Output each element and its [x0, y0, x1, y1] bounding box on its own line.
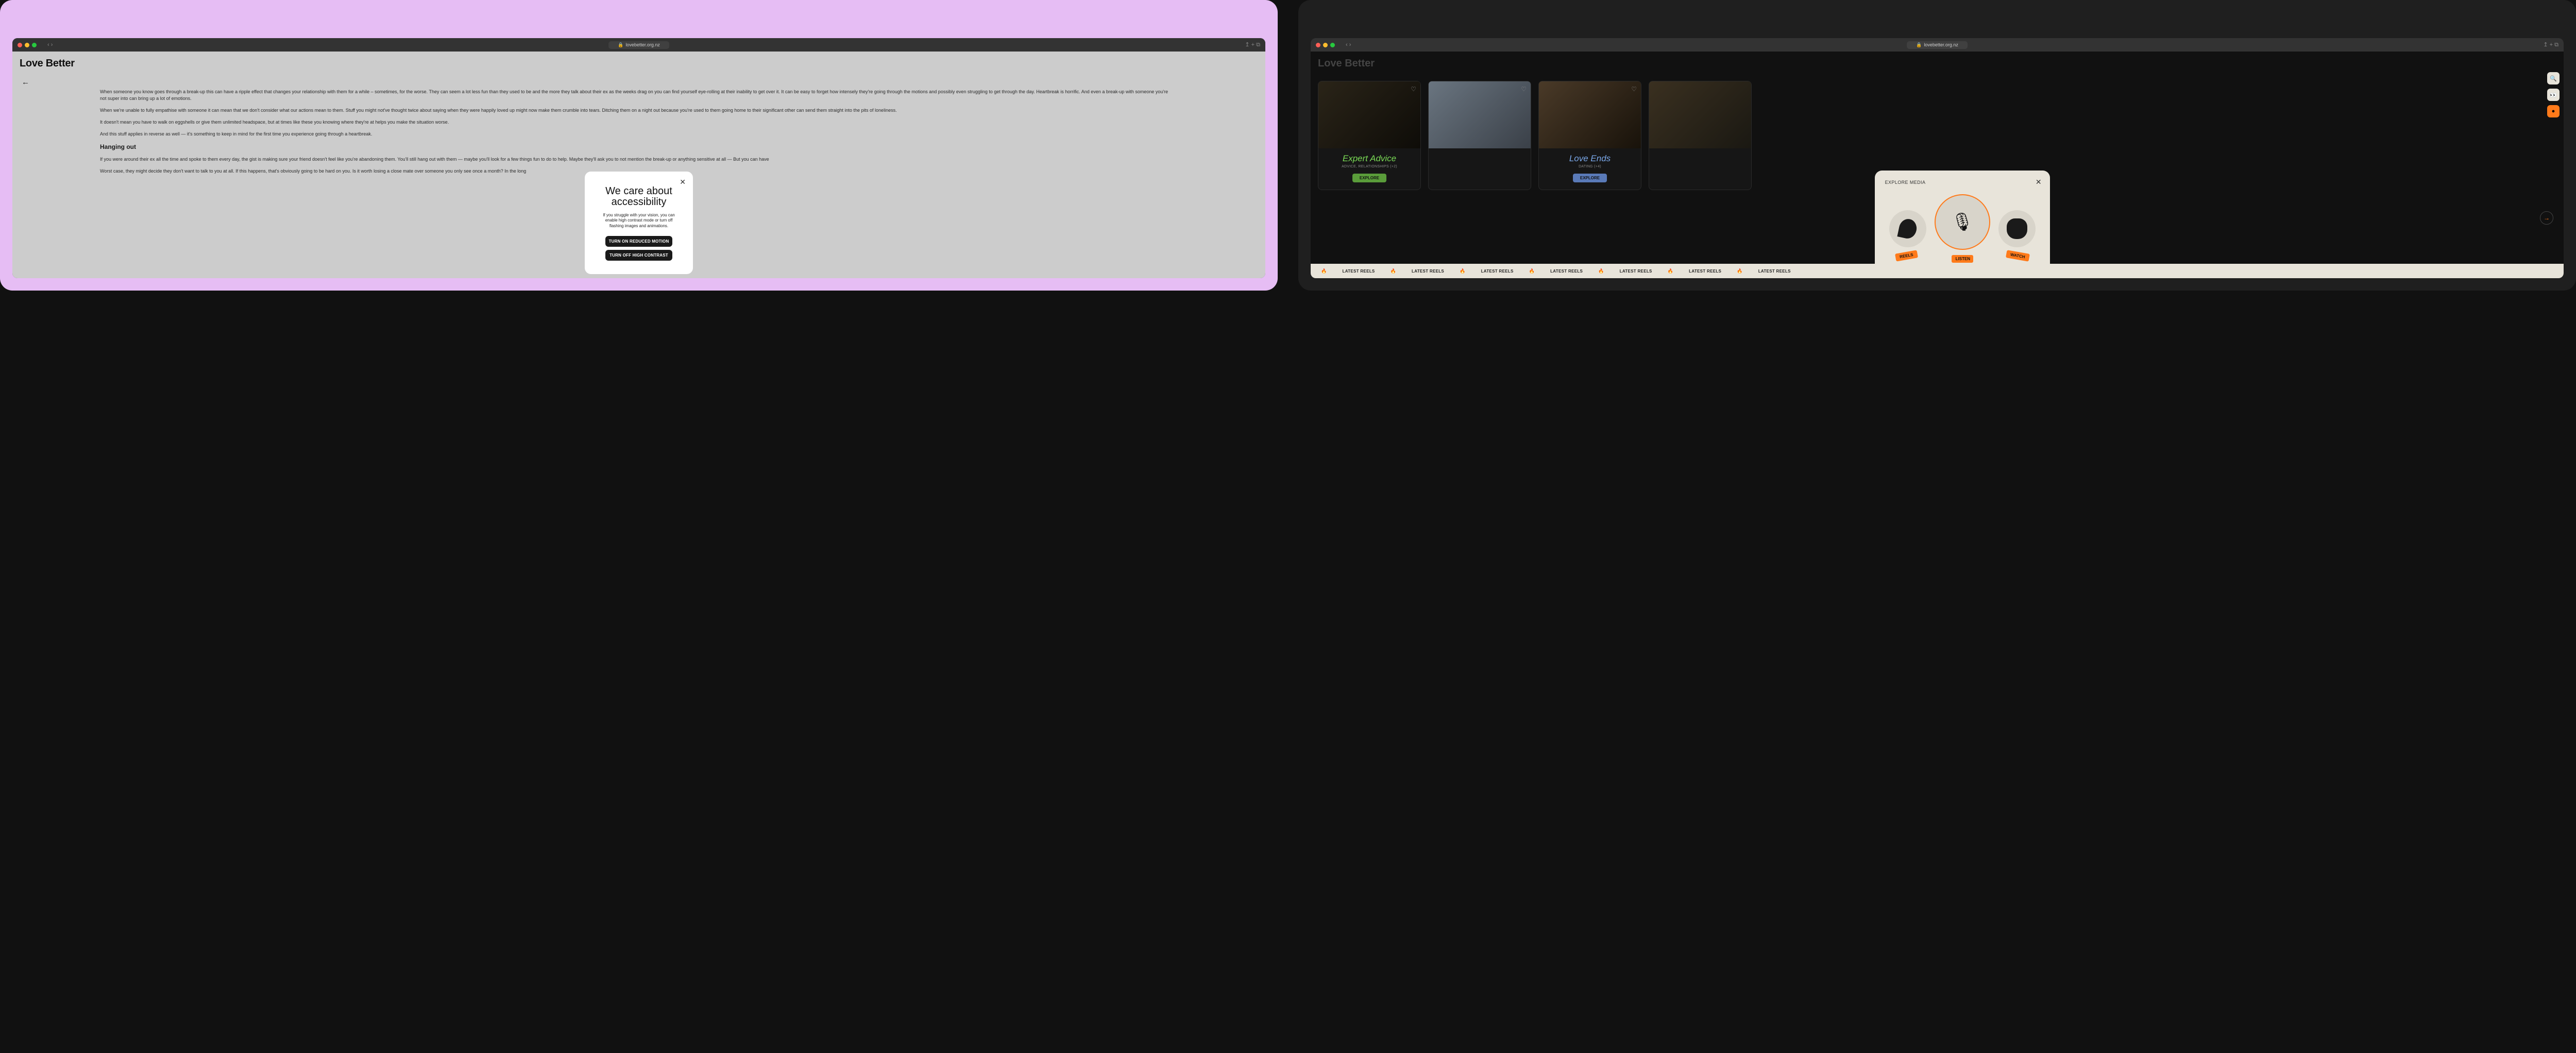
card-tags: ADVICE, RELATIONSHIPS (+2) — [1318, 165, 1420, 168]
card-tags: DATING (+4) — [1539, 165, 1641, 168]
flame-icon: 🔥 — [1321, 268, 1327, 274]
modal-title: EXPLORE MEDIA — [1885, 180, 2040, 185]
listen-option[interactable]: 🎙 — [1935, 194, 1990, 250]
blob-shape-icon — [2007, 218, 2027, 239]
minimize-icon[interactable] — [25, 43, 29, 47]
traffic-lights[interactable] — [1316, 43, 1335, 47]
heart-icon[interactable]: ♡ — [1521, 86, 1527, 93]
traffic-lights[interactable] — [18, 43, 37, 47]
flame-icon: 🔥 — [1737, 268, 1743, 274]
flame-icon: 🔥 — [1529, 268, 1535, 274]
reels-tag: REELS — [1895, 250, 1918, 261]
minimize-icon[interactable] — [1323, 43, 1328, 47]
maximize-icon[interactable] — [1330, 43, 1335, 47]
close-icon[interactable] — [18, 43, 22, 47]
high-contrast-button[interactable]: TURN OFF HIGH CONTRAST — [605, 250, 672, 261]
watch-tag: WATCH — [2006, 250, 2030, 262]
card-image: ♡ — [1539, 81, 1641, 148]
next-arrow-icon[interactable]: → — [2540, 211, 2553, 225]
ticker-item: LATEST REELS — [1620, 269, 1652, 274]
close-icon[interactable] — [1316, 43, 1320, 47]
flame-icon: 🔥 — [1391, 268, 1397, 274]
browser-window-right: ‹ › 🔒 lovebetter.org.nz ↥ + ⧉ Love Bette… — [1311, 38, 2564, 278]
ticker-item: LATEST REELS — [1550, 269, 1583, 274]
accessibility-modal: ✕ We care about accessibility If you str… — [585, 172, 693, 274]
modal-title: We care about accessibility — [599, 186, 679, 208]
card-image: ♡ — [1318, 81, 1420, 148]
reels-option[interactable]: REELS — [1889, 210, 1926, 247]
panel-left: ‹ › 🔒 lovebetter.org.nz ↥ + ⧉ Love Bette… — [0, 0, 1278, 291]
lock-icon: 🔒 — [618, 42, 623, 48]
card-image: ♡ — [1429, 81, 1531, 148]
modal-body: If you struggle with your vision, you ca… — [599, 213, 679, 229]
watch-option[interactable]: WATCH — [1998, 210, 2036, 247]
ticker-item: LATEST REELS — [1689, 269, 1721, 274]
side-toolbar: 🔍 👀 ● — [2547, 72, 2560, 117]
flame-icon: 🔥 — [1460, 268, 1466, 274]
microphone-icon: 🎙 — [1951, 212, 1973, 232]
card-title: Love Ends — [1539, 148, 1641, 165]
heart-icon[interactable]: ♡ — [1631, 86, 1637, 93]
close-icon[interactable]: ✕ — [2036, 178, 2042, 186]
content-card[interactable]: ♡ Expert Advice ADVICE, RELATIONSHIPS (+… — [1318, 81, 1421, 190]
close-icon[interactable]: ✕ — [680, 178, 686, 186]
flame-icon: 🔥 — [1668, 268, 1674, 274]
flame-icon: 🔥 — [1598, 268, 1604, 274]
browser-actions[interactable]: ↥ + ⧉ — [1245, 41, 1260, 48]
url-text: lovebetter.org.nz — [625, 42, 660, 47]
browser-chrome: ‹ › 🔒 lovebetter.org.nz ↥ + ⧉ — [1311, 38, 2564, 52]
page-content-right: Love Better 🔍 👀 ● ♡ Expert Advice ADVICE… — [1311, 52, 2564, 278]
reduced-motion-button[interactable]: TURN ON REDUCED MOTION — [605, 236, 672, 247]
content-card[interactable]: ♡ Love Ends DATING (+4) EXPLORE — [1538, 81, 1641, 190]
ticker-item: LATEST REELS — [1412, 269, 1444, 274]
ticker-item: LATEST REELS — [1481, 269, 1514, 274]
page-content-left: Love Better ← When someone you know goes… — [12, 52, 1265, 278]
flame-shape-icon — [1897, 217, 1918, 240]
card-title: Expert Advice — [1318, 148, 1420, 165]
content-card[interactable] — [1649, 81, 1752, 190]
explore-button[interactable]: EXPLORE — [1573, 174, 1607, 182]
eyes-icon[interactable]: 👀 — [2547, 89, 2560, 101]
record-icon[interactable]: ● — [2547, 105, 2560, 117]
browser-chrome: ‹ › 🔒 lovebetter.org.nz ↥ + ⧉ — [12, 38, 1265, 52]
content-card[interactable]: ♡ — [1428, 81, 1531, 190]
nav-back-forward[interactable]: ‹ › — [47, 42, 53, 48]
panel-right: ‹ › 🔒 lovebetter.org.nz ↥ + ⧉ Love Bette… — [1298, 0, 2576, 291]
explore-button[interactable]: EXPLORE — [1352, 174, 1386, 182]
ticker-item: LATEST REELS — [1343, 269, 1375, 274]
heart-icon[interactable]: ♡ — [1411, 86, 1416, 93]
card-image — [1649, 81, 1751, 148]
maximize-icon[interactable] — [32, 43, 37, 47]
explore-media-modal: ✕ EXPLORE MEDIA REELS 🎙 LISTEN — [1875, 171, 2050, 275]
listen-tag: LISTEN — [1952, 255, 1973, 263]
nav-back-forward[interactable]: ‹ › — [1346, 42, 1351, 48]
address-bar[interactable]: 🔒 lovebetter.org.nz — [608, 41, 669, 49]
lock-icon: 🔒 — [1916, 42, 1922, 48]
site-logo[interactable]: Love Better — [1311, 52, 2564, 76]
ticker-item: LATEST REELS — [1758, 269, 1791, 274]
url-text: lovebetter.org.nz — [1924, 42, 1958, 47]
browser-actions[interactable]: ↥ + ⧉ — [2543, 41, 2558, 48]
address-bar[interactable]: 🔒 lovebetter.org.nz — [1907, 41, 1968, 49]
search-icon[interactable]: 🔍 — [2547, 72, 2560, 84]
browser-window-left: ‹ › 🔒 lovebetter.org.nz ↥ + ⧉ Love Bette… — [12, 38, 1265, 278]
media-options: REELS 🎙 LISTEN WATCH — [1885, 190, 2040, 263]
